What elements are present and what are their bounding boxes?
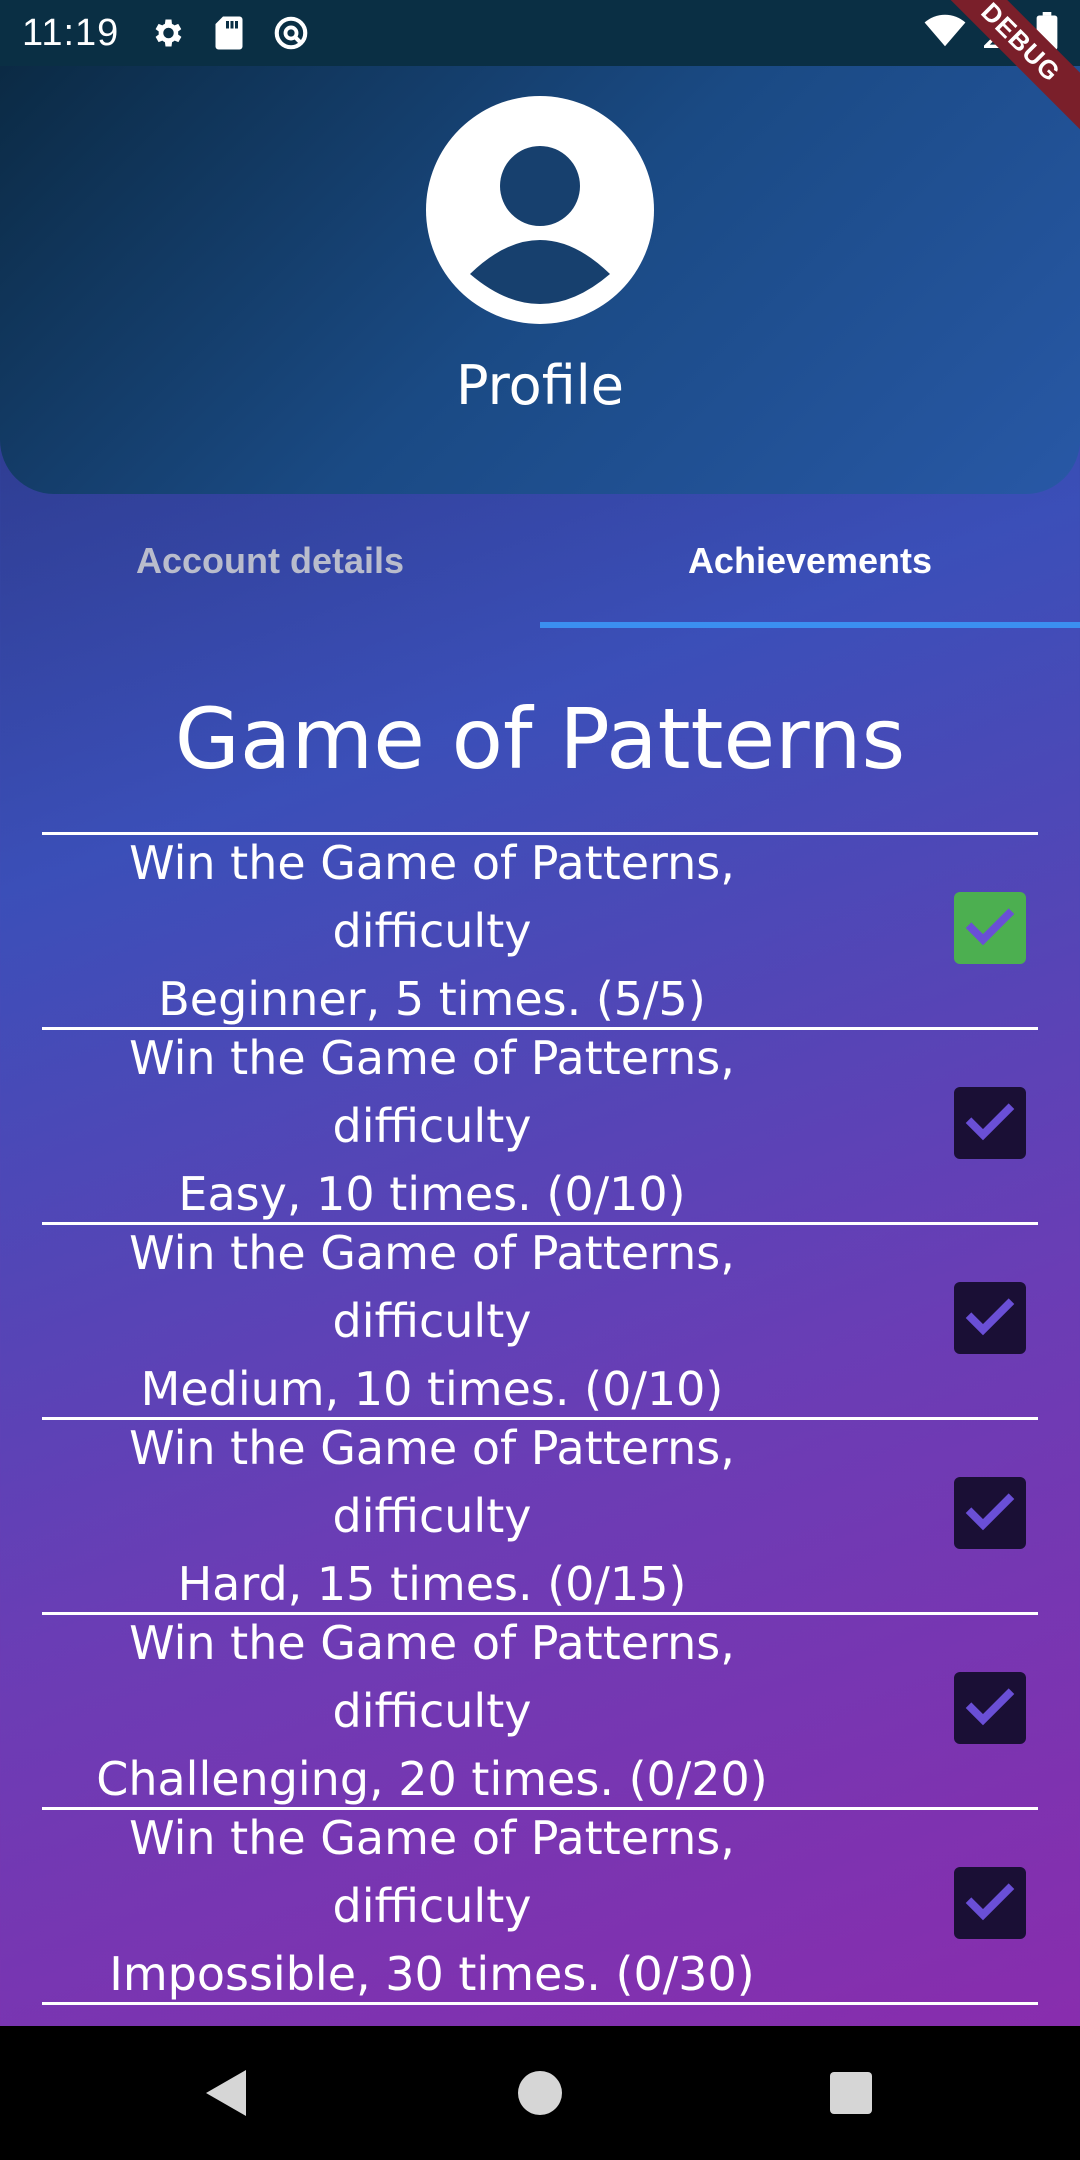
profile-title: Profile [456, 354, 624, 417]
tab-indicator [540, 622, 1080, 628]
achievement-checkbox[interactable] [954, 1477, 1026, 1549]
achievement-line: Win the Game of Patterns, difficulty [129, 1421, 735, 1543]
achievement-line: Win the Game of Patterns, difficulty [129, 1031, 735, 1153]
achievement-checkbox[interactable] [954, 1672, 1026, 1744]
status-bar: 11:19 [0, 0, 1080, 66]
back-icon[interactable] [146, 2026, 306, 2160]
achievement-text: Win the Game of Patterns, difficulty Beg… [42, 829, 822, 1033]
tab-account-details[interactable]: Account details [0, 494, 540, 628]
achievement-line: Easy, 10 times. (0/10) [178, 1167, 686, 1221]
check-icon [965, 1883, 1015, 1921]
sync-icon [271, 13, 311, 53]
list-item: Win the Game of Patterns, difficulty Cha… [42, 1615, 1038, 1807]
achievement-line: Win the Game of Patterns, difficulty [129, 1226, 735, 1348]
list-item: Win the Game of Patterns, difficulty Med… [42, 1225, 1038, 1417]
section-title: Game of Patterns [174, 690, 906, 788]
achievement-text: Win the Game of Patterns, difficulty Med… [42, 1219, 822, 1423]
sd-card-icon [209, 13, 249, 53]
account-circle-icon[interactable] [426, 96, 654, 324]
achievement-line: Medium, 10 times. (0/10) [140, 1362, 724, 1416]
achievement-checkbox[interactable] [954, 1087, 1026, 1159]
home-icon[interactable] [460, 2026, 620, 2160]
gear-icon [147, 13, 187, 53]
status-time: 11:19 [22, 11, 120, 54]
navigation-bar [0, 2026, 1080, 2160]
check-icon [965, 1688, 1015, 1726]
achievement-line: Hard, 15 times. (0/15) [177, 1557, 687, 1611]
achievement-line: Win the Game of Patterns, difficulty [129, 1616, 735, 1738]
check-icon [965, 1493, 1015, 1531]
list-item: Win the Game of Patterns, difficulty Imp… [42, 1810, 1038, 2002]
achievement-checkbox[interactable] [954, 1282, 1026, 1354]
tab-label: Account details [135, 540, 405, 581]
achievement-checkbox[interactable] [954, 892, 1026, 964]
achievement-checkbox[interactable] [954, 1867, 1026, 1939]
list-item: Win the Game of Patterns, difficulty Beg… [42, 835, 1038, 1027]
achievement-line: Impossible, 30 times. (0/30) [109, 1947, 755, 2001]
achievement-list: Win the Game of Patterns, difficulty Beg… [42, 832, 1038, 2005]
achievement-line: Challenging, 20 times. (0/20) [96, 1752, 768, 1806]
achievement-line: Win the Game of Patterns, difficulty [129, 1811, 735, 1933]
achievement-text: Win the Game of Patterns, difficulty Cha… [42, 1609, 822, 1813]
profile-header: Profile [0, 66, 1080, 494]
achievement-text: Win the Game of Patterns, difficulty Imp… [42, 1804, 822, 2008]
tab-label: Achievements [687, 540, 933, 581]
achievement-text: Win the Game of Patterns, difficulty Har… [42, 1414, 822, 1618]
achievement-text: Win the Game of Patterns, difficulty Eas… [42, 1024, 822, 1228]
recents-icon[interactable] [771, 2026, 931, 2160]
achievement-line: Win the Game of Patterns, difficulty [129, 836, 735, 958]
achievement-line: Beginner, 5 times. (5/5) [158, 972, 706, 1026]
check-icon [965, 908, 1015, 946]
list-item: Win the Game of Patterns, difficulty Eas… [42, 1030, 1038, 1222]
tab-achievements[interactable]: Achievements [540, 494, 1080, 628]
check-icon [965, 1298, 1015, 1336]
tab-bar: Account details Achievements [0, 494, 1080, 628]
list-item: Win the Game of Patterns, difficulty Har… [42, 1420, 1038, 1612]
wifi-icon [924, 14, 966, 53]
check-icon [965, 1103, 1015, 1141]
